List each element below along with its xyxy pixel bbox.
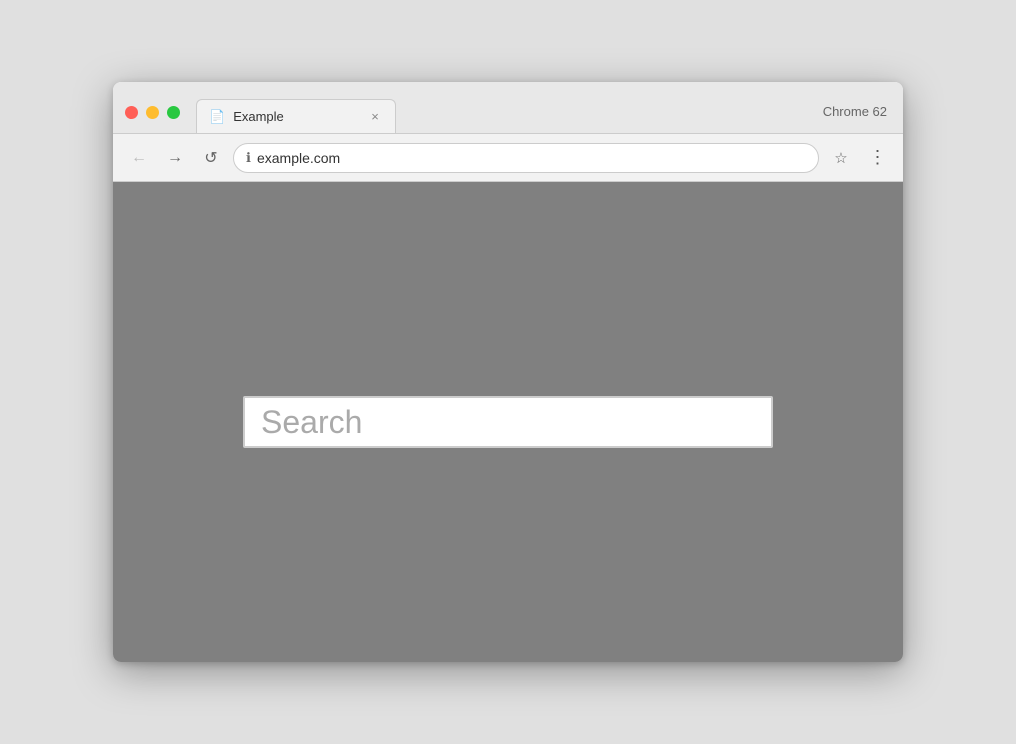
active-tab[interactable]: 📄 Example × bbox=[196, 99, 396, 133]
page-content bbox=[113, 182, 903, 662]
menu-button[interactable]: ⋮ bbox=[863, 144, 891, 172]
forward-button[interactable]: → bbox=[161, 144, 189, 172]
minimize-button[interactable] bbox=[146, 106, 159, 119]
title-bar: 📄 Example × Chrome 62 bbox=[113, 82, 903, 134]
close-button[interactable] bbox=[125, 106, 138, 119]
browser-window: 📄 Example × Chrome 62 ← → ↺ ℹ example.co… bbox=[113, 82, 903, 662]
tab-close-button[interactable]: × bbox=[367, 109, 383, 125]
tab-page-icon: 📄 bbox=[209, 109, 225, 125]
maximize-button[interactable] bbox=[167, 106, 180, 119]
tab-title: Example bbox=[233, 109, 359, 124]
toolbar: ← → ↺ ℹ example.com ☆ ⋮ bbox=[113, 134, 903, 182]
bookmark-button[interactable]: ☆ bbox=[827, 144, 855, 172]
address-bar[interactable]: ℹ example.com bbox=[233, 143, 819, 173]
chrome-version-label: Chrome 62 bbox=[823, 104, 887, 119]
search-input[interactable] bbox=[243, 396, 773, 448]
back-button[interactable]: ← bbox=[125, 144, 153, 172]
info-icon: ℹ bbox=[246, 150, 251, 166]
window-controls bbox=[125, 106, 180, 133]
refresh-button[interactable]: ↺ bbox=[197, 144, 225, 172]
url-display: example.com bbox=[257, 150, 806, 166]
